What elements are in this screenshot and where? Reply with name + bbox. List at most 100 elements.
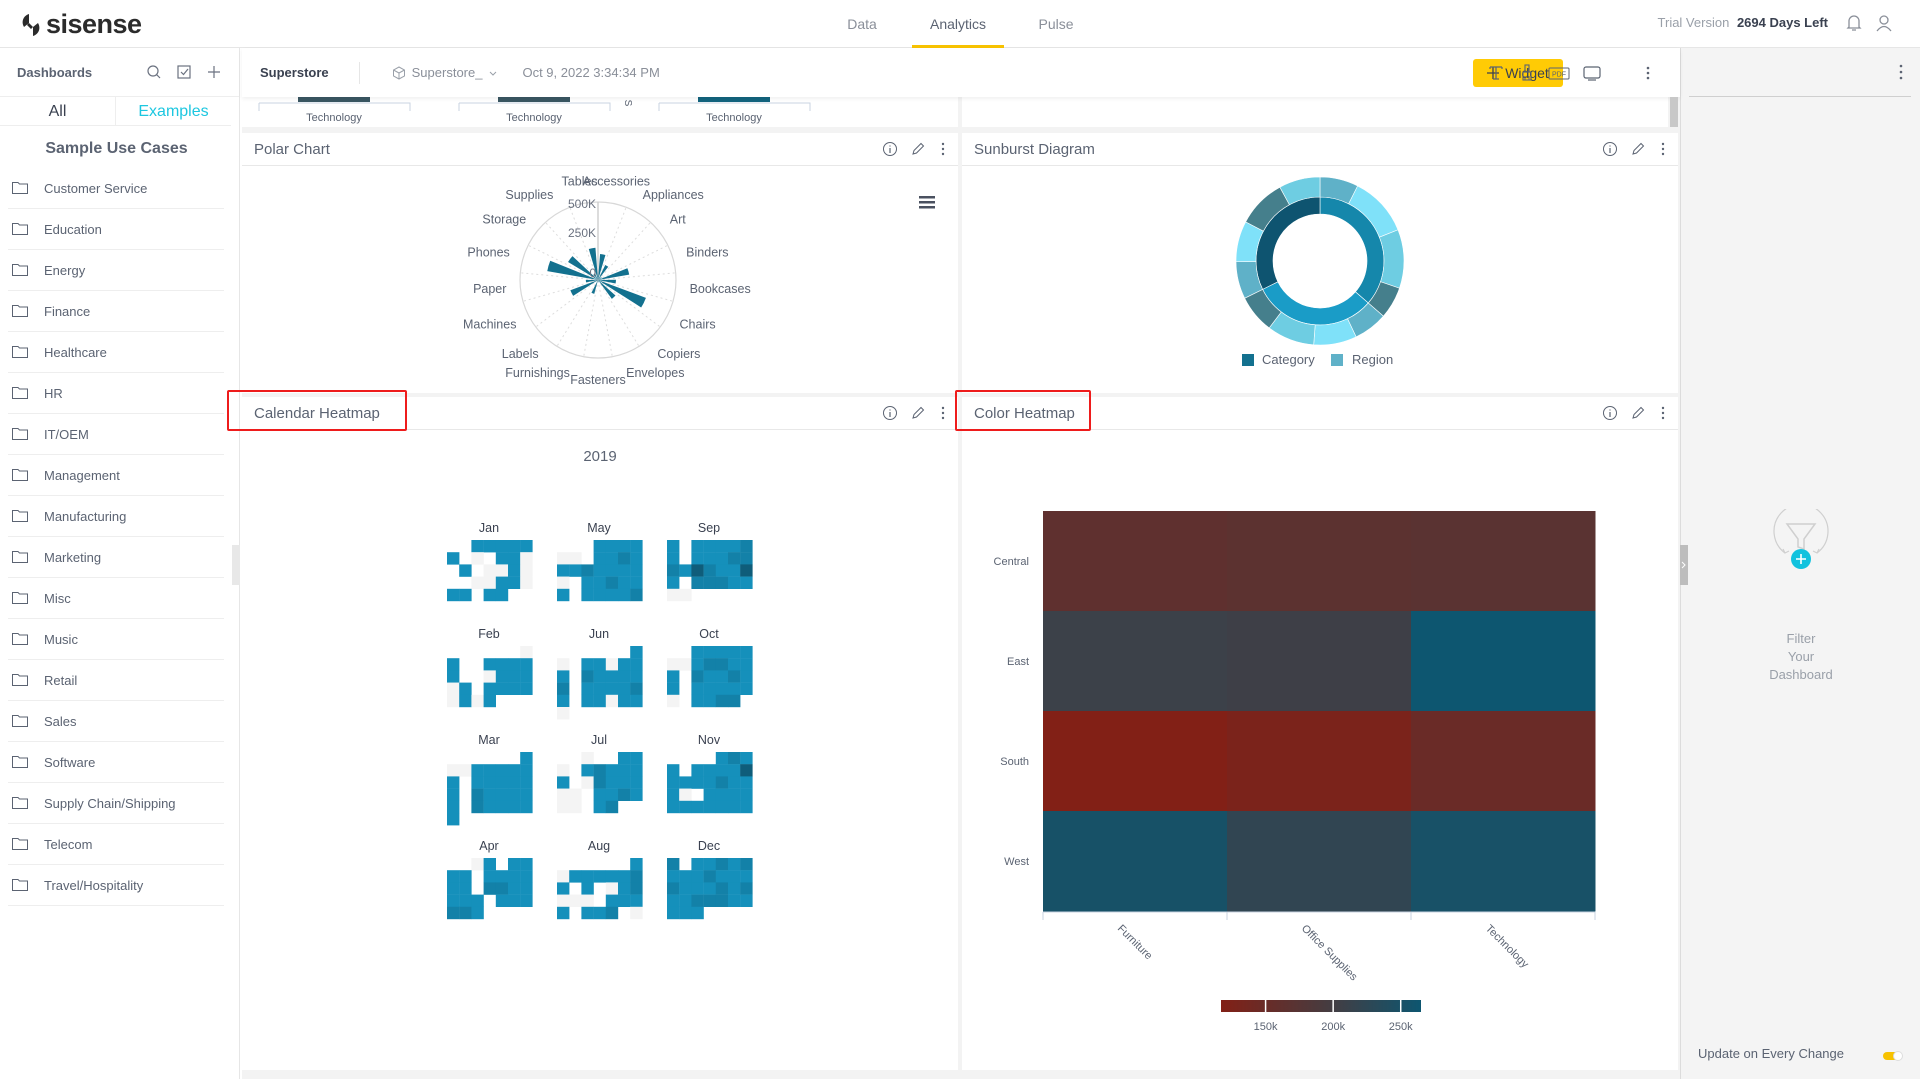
sidebar-folder-item[interactable]: Energy (8, 250, 224, 291)
nav-tab-analytics[interactable]: Analytics (912, 0, 1004, 48)
calendar-day-cell[interactable] (483, 858, 496, 871)
calendar-day-cell[interactable] (447, 776, 460, 789)
calendar-day-cell[interactable] (581, 776, 594, 789)
more-options-icon[interactable] (1896, 63, 1906, 86)
calendar-day-cell[interactable] (691, 894, 704, 907)
calendar-day-cell[interactable] (459, 764, 472, 777)
calendar-day-cell[interactable] (557, 670, 570, 683)
monitor-icon[interactable] (1582, 63, 1602, 83)
calendar-day-cell[interactable] (508, 764, 521, 777)
calendar-day-cell[interactable] (593, 776, 606, 789)
calendar-day-cell[interactable] (703, 576, 716, 589)
calendar-day-cell[interactable] (691, 694, 704, 708)
calendar-day-cell[interactable] (605, 788, 619, 801)
calendar-day-cell[interactable] (593, 540, 606, 553)
calendar-day-cell[interactable] (618, 882, 631, 895)
calendar-day-cell[interactable] (740, 858, 753, 871)
calendar-day-cell[interactable] (483, 882, 496, 895)
calendar-day-cell[interactable] (630, 646, 643, 659)
calendar-day-cell[interactable] (605, 552, 619, 565)
calendar-day-cell[interactable] (728, 764, 741, 777)
calendar-day-cell[interactable] (557, 707, 570, 720)
calendar-day-cell[interactable] (630, 576, 643, 589)
sidebar-folder-item[interactable]: Sales (8, 701, 224, 742)
calendar-day-cell[interactable] (557, 870, 570, 883)
calendar-day-cell[interactable] (728, 800, 741, 814)
calendar-day-cell[interactable] (471, 764, 484, 777)
calendar-day-cell[interactable] (495, 670, 509, 683)
calendar-day-cell[interactable] (703, 694, 716, 708)
calendar-day-cell[interactable] (728, 776, 741, 789)
pencil-icon[interactable] (910, 141, 926, 157)
calendar-day-cell[interactable] (581, 894, 594, 907)
heatmap-cell[interactable] (1227, 611, 1412, 712)
calendar-day-cell[interactable] (447, 788, 460, 801)
calendar-day-cell[interactable] (508, 564, 521, 577)
calendar-day-cell[interactable] (691, 800, 704, 814)
calendar-day-cell[interactable] (447, 694, 460, 708)
calendar-day-cell[interactable] (667, 858, 680, 871)
calendar-day-cell[interactable] (679, 564, 692, 577)
calendar-day-cell[interactable] (618, 752, 631, 765)
calendar-day-cell[interactable] (691, 906, 704, 920)
heatmap-cell[interactable] (1043, 711, 1228, 812)
calendar-day-cell[interactable] (691, 882, 704, 895)
check-square-icon[interactable] (176, 64, 192, 80)
calendar-day-cell[interactable] (508, 682, 521, 695)
calendar-day-cell[interactable] (618, 788, 631, 801)
calendar-day-cell[interactable] (447, 658, 460, 671)
calendar-day-cell[interactable] (667, 906, 680, 920)
heatmap-cell[interactable] (1043, 811, 1228, 912)
calendar-day-cell[interactable] (728, 694, 741, 708)
calendar-day-cell[interactable] (740, 564, 753, 577)
calendar-day-cell[interactable] (520, 564, 533, 577)
calendar-day-cell[interactable] (508, 882, 521, 895)
calendar-day-cell[interactable] (728, 894, 741, 907)
calendar-day-cell[interactable] (618, 694, 631, 708)
calendar-day-cell[interactable] (581, 764, 594, 777)
calendar-day-cell[interactable] (508, 540, 521, 553)
calendar-day-cell[interactable] (581, 576, 594, 589)
calendar-day-cell[interactable] (593, 552, 606, 565)
calendar-day-cell[interactable] (557, 682, 570, 695)
sidebar-folder-item[interactable]: HR (8, 373, 224, 414)
calendar-day-cell[interactable] (691, 870, 704, 883)
info-icon[interactable] (1602, 405, 1618, 421)
calendar-day-cell[interactable] (618, 576, 631, 589)
calendar-day-cell[interactable] (630, 682, 643, 695)
calendar-day-cell[interactable] (471, 776, 484, 789)
calendar-day-cell[interactable] (703, 646, 716, 659)
heatmap-cell[interactable] (1227, 811, 1412, 912)
calendar-day-cell[interactable] (679, 658, 692, 671)
heatmap-cell[interactable] (1411, 711, 1596, 812)
calendar-day-cell[interactable] (447, 670, 460, 683)
calendar-day-cell[interactable] (605, 776, 619, 789)
calendar-day-cell[interactable] (508, 658, 521, 671)
calendar-day-cell[interactable] (471, 788, 484, 801)
calendar-day-cell[interactable] (520, 800, 533, 814)
calendar-day-cell[interactable] (593, 588, 606, 602)
sidebar-folder-item[interactable]: Misc (8, 578, 224, 619)
sidebar-folder-item[interactable]: Healthcare (8, 332, 224, 373)
calendar-day-cell[interactable] (447, 552, 460, 565)
more-options-icon[interactable] (938, 405, 948, 421)
calendar-day-cell[interactable] (447, 800, 460, 814)
calendar-day-cell[interactable] (679, 588, 692, 602)
calendar-day-cell[interactable] (447, 882, 460, 895)
calendar-day-cell[interactable] (728, 646, 741, 659)
sidebar-folder-item[interactable]: Software (8, 742, 224, 783)
calendar-day-cell[interactable] (703, 764, 716, 777)
calendar-day-cell[interactable] (679, 906, 692, 920)
info-icon[interactable] (882, 405, 898, 421)
calendar-day-cell[interactable] (605, 588, 619, 602)
calendar-day-cell[interactable] (630, 776, 643, 789)
calendar-day-cell[interactable] (605, 906, 619, 920)
calendar-day-cell[interactable] (520, 658, 533, 671)
calendar-day-cell[interactable] (557, 776, 570, 789)
calendar-day-cell[interactable] (728, 788, 741, 801)
calendar-day-cell[interactable] (459, 682, 472, 695)
calendar-day-cell[interactable] (557, 552, 570, 565)
tab-examples[interactable]: Examples (116, 97, 231, 125)
calendar-day-cell[interactable] (740, 882, 753, 895)
calendar-day-cell[interactable] (703, 882, 716, 895)
